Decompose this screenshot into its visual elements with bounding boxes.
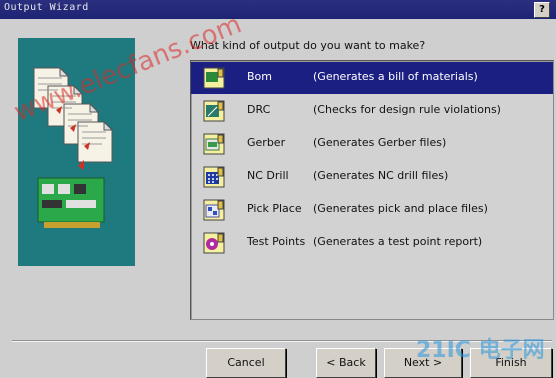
option-description: (Generates a bill of materials) xyxy=(313,70,478,83)
list-item-gerber[interactable]: Gerber (Generates Gerber files) xyxy=(191,128,553,160)
drc-icon xyxy=(201,98,227,124)
prompt-label: What kind of output do you want to make? xyxy=(190,39,426,52)
list-item-bom[interactable]: Bom (Generates a bill of materials) xyxy=(191,62,553,94)
documents-and-circuit-board-icon xyxy=(33,66,114,228)
list-item-nc-drill[interactable]: NC Drill (Generates NC drill files) xyxy=(191,161,553,193)
option-description: (Generates pick and place files) xyxy=(313,202,488,215)
window-title: Output Wizard xyxy=(4,2,89,13)
option-name: Pick Place xyxy=(247,202,302,215)
option-name: NC Drill xyxy=(247,169,289,182)
title-bar: Output Wizard ? xyxy=(0,0,556,19)
finish-button[interactable]: Finish xyxy=(470,348,552,378)
option-name: DRC xyxy=(247,103,271,116)
gerber-icon xyxy=(201,131,227,157)
option-name: Gerber xyxy=(247,136,286,149)
option-description: (Generates NC drill files) xyxy=(313,169,449,182)
output-type-list[interactable]: Bom (Generates a bill of materials) DRC … xyxy=(190,60,554,320)
help-button[interactable]: ? xyxy=(534,2,550,18)
cancel-button[interactable]: Cancel xyxy=(206,348,286,378)
list-item-drc[interactable]: DRC (Checks for design rule violations) xyxy=(191,95,553,127)
next-button[interactable]: Next > xyxy=(384,348,462,378)
option-name: Test Points xyxy=(247,235,306,248)
list-item-test-points[interactable]: Test Points (Generates a test point repo… xyxy=(191,227,553,259)
back-button[interactable]: < Back xyxy=(316,348,376,378)
wizard-illustration xyxy=(18,38,135,266)
option-description: (Generates Gerber files) xyxy=(313,136,447,149)
option-description: (Generates a test point report) xyxy=(313,235,483,248)
pick-place-icon xyxy=(201,197,227,223)
option-name: Bom xyxy=(247,70,272,83)
list-item-pick-place[interactable]: Pick Place (Generates pick and place fil… xyxy=(191,194,553,226)
button-separator xyxy=(12,340,552,342)
nc-drill-icon xyxy=(201,164,227,190)
bom-icon xyxy=(201,65,227,91)
option-description: (Checks for design rule violations) xyxy=(313,103,501,116)
test-points-icon xyxy=(201,230,227,256)
